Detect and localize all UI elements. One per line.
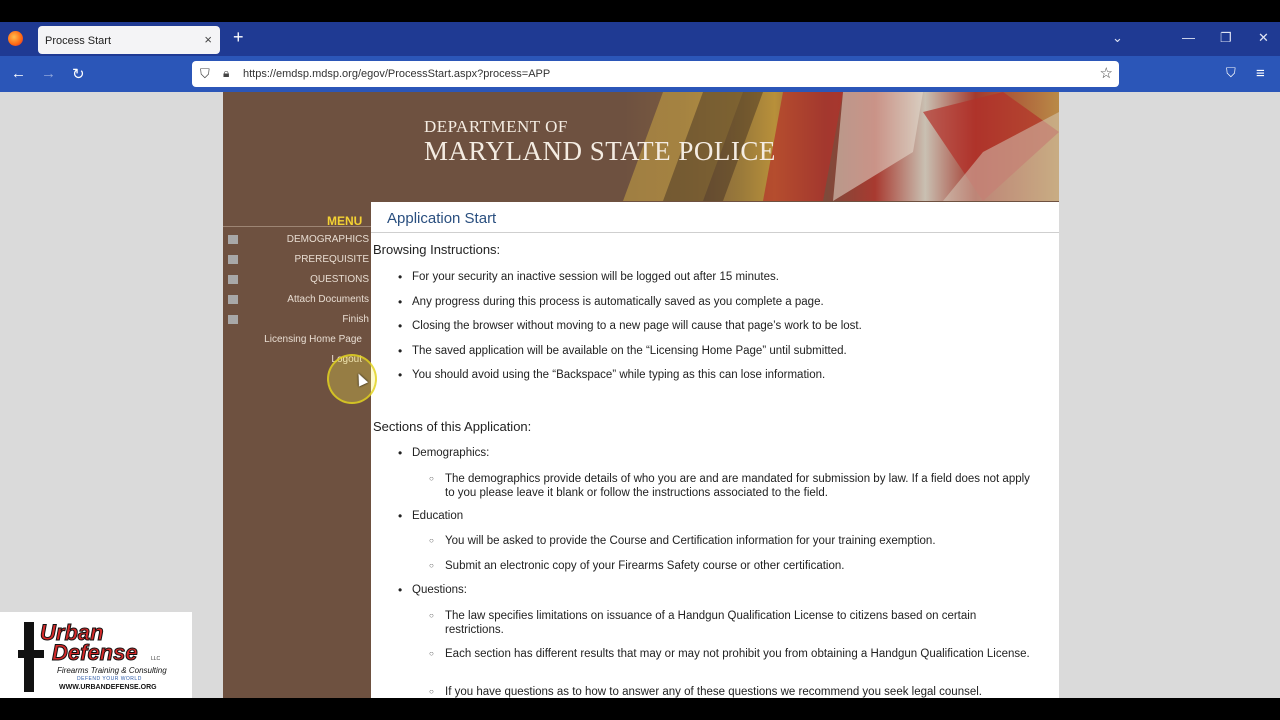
list-item: The saved application will be available … xyxy=(398,344,847,358)
section-detail: The demographics provide details of who … xyxy=(429,472,1035,500)
new-tab-button[interactable]: + xyxy=(233,27,244,48)
banner-dept-text: DEPARTMENT OF xyxy=(424,117,568,136)
status-box-icon xyxy=(228,295,238,304)
section-name: Questions: xyxy=(398,583,467,597)
list-item: Closing the browser without moving to a … xyxy=(398,319,862,333)
firefox-logo-icon xyxy=(8,31,23,46)
tab-strip: Process Start × + ⌄ — ❐ ✕ xyxy=(0,22,1280,56)
status-box-icon xyxy=(228,275,238,284)
watermark-site: WWW.URBANDEFENSE.ORG xyxy=(59,684,157,691)
browsing-heading: Browsing Instructions: xyxy=(373,242,501,257)
menu-item-attach-documents[interactable]: Attach Documents xyxy=(223,294,369,306)
page-title: Application Start xyxy=(387,210,497,227)
watermark-motto: DEFEND YOUR WORLD xyxy=(77,676,142,682)
section-detail: The law specifies limitations on issuanc… xyxy=(429,609,1035,637)
status-box-icon xyxy=(228,255,238,264)
msp-banner: DEPARTMENT OF MARYLAND STATE POLICE xyxy=(223,92,1059,201)
lock-icon[interactable]: 🔒︎ xyxy=(223,66,229,81)
tab-process-start[interactable]: Process Start × xyxy=(38,26,220,54)
list-item: You should avoid using the “Backspace” w… xyxy=(398,368,825,382)
menu-divider xyxy=(223,226,371,227)
watermark-line2: Defense xyxy=(52,640,139,666)
address-bar[interactable]: ⛉ 🔒︎ https://emdsp.mdsp.org/egov/Process… xyxy=(192,61,1119,87)
sections-heading: Sections of this Application: xyxy=(373,419,532,434)
rifle-stock-icon xyxy=(18,650,44,658)
watermark-llc: LLC xyxy=(151,656,161,662)
back-button[interactable]: ← xyxy=(11,65,26,82)
reload-button[interactable]: ↻ xyxy=(72,65,85,83)
bookmark-star-icon[interactable]: ☆ xyxy=(1100,64,1113,82)
main-content: Application Start Browsing Instructions:… xyxy=(371,202,1059,698)
menu-item-label: Finish xyxy=(342,314,369,325)
menu-link-label: Licensing Home Page xyxy=(264,334,362,345)
menu-item-label: PREREQUISITE xyxy=(294,254,369,265)
url-text[interactable]: https://emdsp.mdsp.org/egov/ProcessStart… xyxy=(243,68,550,80)
list-item: For your security an inactive session wi… xyxy=(398,270,779,284)
tab-title: Process Start xyxy=(45,35,112,47)
menu-item-finish[interactable]: Finish xyxy=(223,314,369,326)
section-detail: Submit an electronic copy of your Firear… xyxy=(429,559,1035,573)
restore-button[interactable]: ❐ xyxy=(1220,30,1232,46)
menu-item-label: DEMOGRAPHICS xyxy=(286,234,369,245)
licensing-home-link[interactable]: Licensing Home Page xyxy=(223,334,362,346)
list-all-tabs-icon[interactable]: ⌄ xyxy=(1112,30,1123,46)
status-box-icon xyxy=(228,315,238,324)
menu-item-demographics[interactable]: DEMOGRAPHICS xyxy=(223,234,369,246)
watermark-tagline: Firearms Training & Consulting xyxy=(57,666,167,675)
pocket-icon[interactable]: ⛉ xyxy=(1226,65,1236,81)
section-detail: Each section has different results that … xyxy=(429,647,1035,661)
minimize-button[interactable]: — xyxy=(1182,30,1195,45)
tracking-shield-icon[interactable]: ⛉ xyxy=(200,66,210,82)
urban-defense-watermark: Urban Defense LLC Firearms Training & Co… xyxy=(0,612,192,698)
section-detail: You will be asked to provide the Course … xyxy=(429,534,1035,548)
menu-item-questions[interactable]: QUESTIONS xyxy=(223,274,369,286)
menu-item-label: Attach Documents xyxy=(287,294,369,305)
close-window-button[interactable]: ✕ xyxy=(1258,30,1269,46)
title-divider xyxy=(371,232,1059,233)
forward-button[interactable]: → xyxy=(41,65,56,82)
navigation-bar: ← → ↻ ⛉ 🔒︎ https://emdsp.mdsp.org/egov/P… xyxy=(0,56,1280,92)
browser-window: Process Start × + ⌄ — ❐ ✕ ← → ↻ ⛉ 🔒︎ htt… xyxy=(0,22,1280,698)
menu-item-prerequisite[interactable]: PREREQUISITE xyxy=(223,254,369,266)
tab-close-icon[interactable]: × xyxy=(204,32,212,47)
list-item: Any progress during this process is auto… xyxy=(398,295,824,309)
app-menu-icon[interactable]: ≡ xyxy=(1256,65,1265,82)
status-box-icon xyxy=(228,235,238,244)
section-detail: If you have questions as to how to answe… xyxy=(429,685,1035,698)
banner-agency-text: MARYLAND STATE POLICE xyxy=(424,136,776,166)
cursor-highlight xyxy=(327,354,377,404)
section-name: Demographics: xyxy=(398,446,489,460)
section-name: Education xyxy=(398,509,463,523)
menu-item-label: QUESTIONS xyxy=(310,274,369,285)
